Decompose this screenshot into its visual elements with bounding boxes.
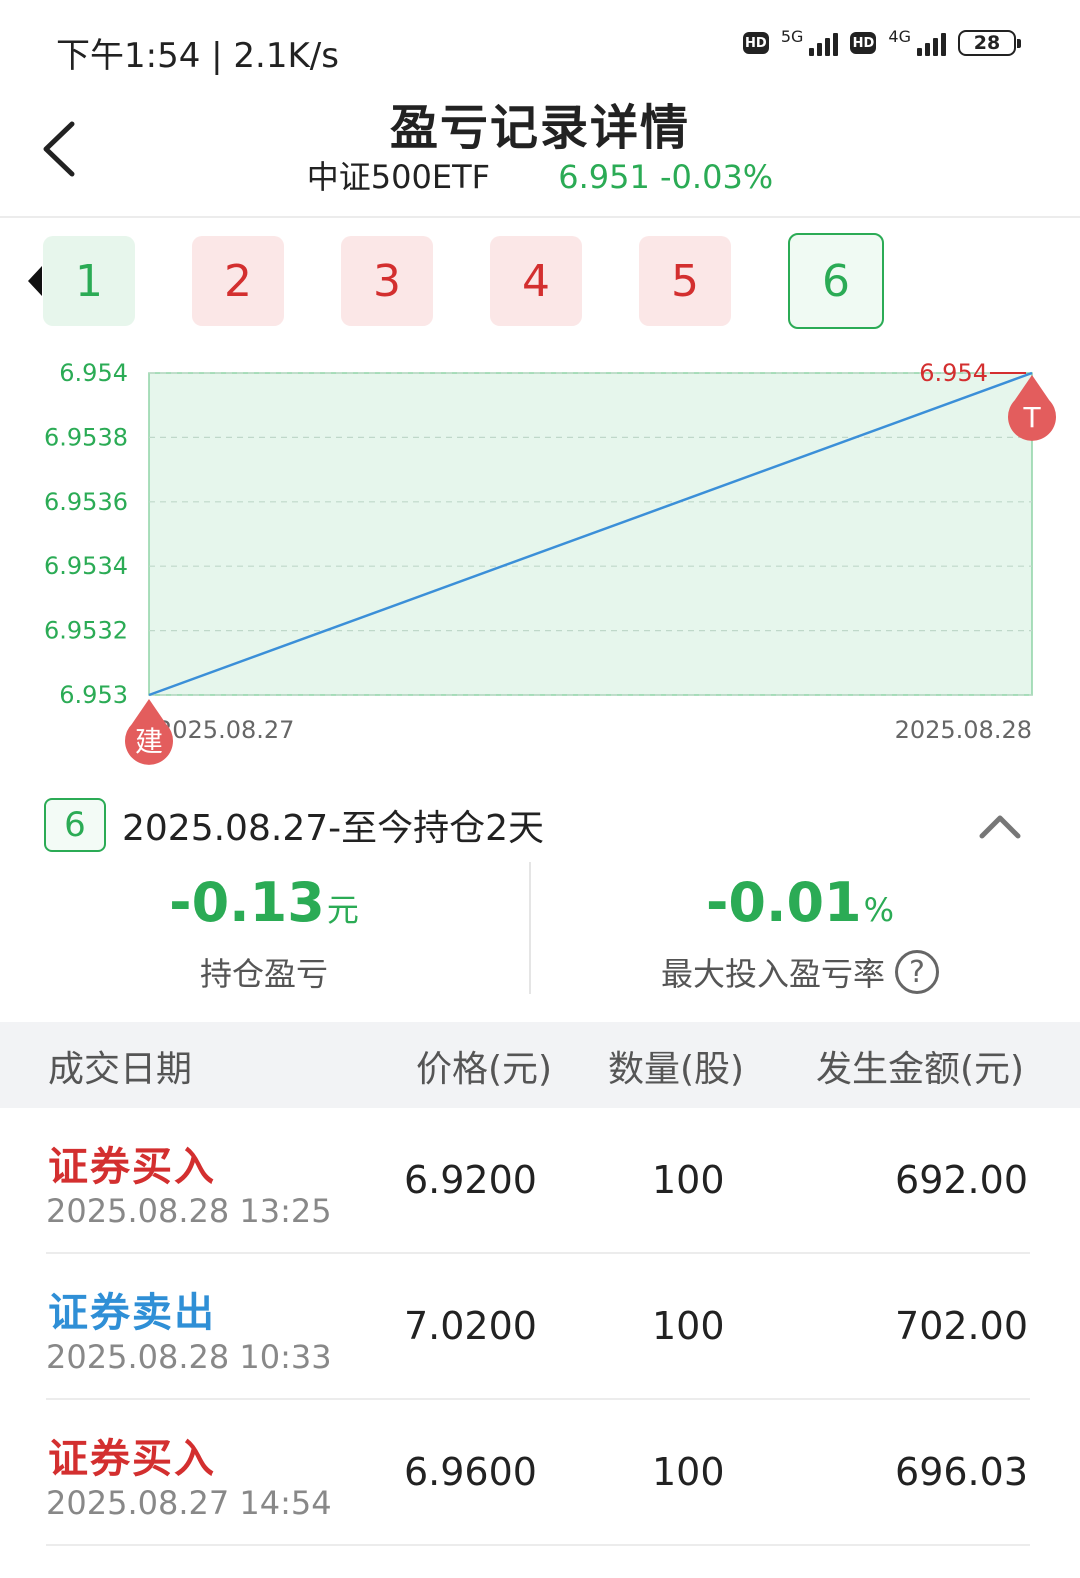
y-tick-label: 6.9538	[44, 423, 128, 451]
chevron-up-icon	[979, 815, 1021, 839]
trade-amount: 696.03	[895, 1450, 1028, 1494]
trade-amount: 692.00	[895, 1158, 1028, 1202]
trade-price: 7.0200	[404, 1304, 537, 1348]
start-marker-label: 建	[135, 725, 163, 758]
trade-amount: 702.00	[895, 1304, 1028, 1348]
trade-time: 2025.08.27 14:54	[46, 1484, 332, 1522]
holding-pnl-label: 持仓盈亏	[64, 949, 464, 995]
col-qty: 数量(股)	[608, 1049, 745, 1090]
y-tick-label: 6.953	[59, 681, 128, 709]
metric-divider	[529, 862, 531, 994]
end-value-label: 6.954	[919, 359, 988, 387]
price-chart-svg: 6.954 6.9538 6.9536 6.9534 6.9532 6.953 2025.0…	[44, 359, 1056, 765]
trade-qty: 100	[652, 1304, 725, 1348]
page-title: 盈亏记录详情	[389, 100, 690, 156]
col-amount: 发生金额(元)	[816, 1049, 1025, 1090]
scroll-left-icon[interactable]	[28, 266, 42, 296]
y-tick-label: 6.954	[59, 359, 128, 387]
record-tab-5[interactable]: 5	[639, 236, 731, 326]
record-tab-4[interactable]: 4	[490, 236, 582, 326]
help-icon[interactable]: ?	[895, 950, 939, 994]
holding-header: 6 2025.08.27-至今持仓2天	[44, 796, 544, 854]
trade-price: 6.9200	[404, 1158, 537, 1202]
x-tick-label: 2025.08.28	[895, 716, 1032, 744]
table-row[interactable]: 证券买入 2025.08.27 14:54 6.9600 100 696.03	[46, 1400, 1030, 1546]
trade-qty: 100	[652, 1158, 725, 1202]
trade-time: 2025.08.28 10:33	[46, 1338, 332, 1376]
status-time: 下午1:54 | 2.1K/s	[56, 36, 339, 76]
pnl-unit: 元	[326, 891, 359, 929]
trade-type: 证券买入	[48, 1144, 216, 1190]
header: 盈亏记录详情 中证500ETF 6.951 -0.03%	[0, 80, 1080, 218]
pnl-record-detail-screen: 下午1:54 | 2.1K/s HD 5G HD 4G 28 盈亏记录详情 中证…	[0, 0, 1080, 1578]
holding-pnl-value: -0.13元	[64, 870, 464, 943]
trade-table-header: 成交日期 价格(元) 数量(股) 发生金额(元)	[0, 1022, 1080, 1108]
end-marker-label: T	[1022, 401, 1041, 434]
record-tabs: 1 2 3 4 5 6	[0, 233, 1080, 330]
col-price: 价格(元)	[416, 1049, 553, 1090]
rate-label: 最大投入盈亏率 ?	[600, 949, 1000, 995]
rate-label-text: 最大投入盈亏率	[660, 955, 885, 993]
trade-qty: 100	[652, 1450, 725, 1494]
y-tick-label: 6.9536	[44, 488, 128, 516]
record-tab-1[interactable]: 1	[43, 236, 135, 326]
hd-icon-2: HD	[850, 32, 877, 54]
col-date: 成交日期	[48, 1049, 193, 1090]
battery-icon: 28	[958, 30, 1021, 56]
stock-subtitle: 中证500ETF 6.951 -0.03%	[0, 152, 1080, 198]
network-5g-label: 5G	[780, 26, 804, 46]
trade-time: 2025.08.28 13:25	[46, 1192, 332, 1230]
x-tick-label: 2025.08.27	[157, 716, 294, 744]
status-icons: HD 5G HD 4G 28	[742, 26, 1021, 56]
table-row[interactable]: 证券卖出 2025.08.28 10:33 7.0200 100 702.00	[46, 1254, 1030, 1400]
holding-badge: 6	[44, 798, 106, 852]
stock-quote: 6.951 -0.03%	[558, 158, 774, 196]
network-4g-label: 4G	[888, 26, 911, 46]
table-row[interactable]: 证券买入 2025.08.28 13:25 6.9200 100 692.00	[46, 1108, 1030, 1254]
hd-icon: HD	[742, 32, 769, 54]
pnl-number: -0.13	[169, 871, 325, 934]
trade-type: 证券买入	[48, 1436, 216, 1482]
y-tick-label: 6.9532	[44, 617, 128, 645]
price-chart: 6.954 6.9538 6.9536 6.9534 6.9532 6.953 2025.0…	[0, 340, 1080, 770]
record-tab-6[interactable]: 6	[788, 233, 884, 329]
stock-name: 中证500ETF	[306, 158, 491, 196]
holding-period: 2025.08.27-至今持仓2天	[122, 808, 545, 849]
max-investment-rate: -0.01% 最大投入盈亏率 ?	[600, 870, 1000, 995]
collapse-button[interactable]	[978, 810, 1022, 840]
trade-type: 证券卖出	[48, 1290, 216, 1336]
rate-unit: %	[863, 891, 895, 929]
record-tab-2[interactable]: 2	[192, 236, 284, 326]
trade-price: 6.9600	[404, 1450, 537, 1494]
signal-5g-icon	[809, 30, 839, 56]
record-tab-3[interactable]: 3	[341, 236, 433, 326]
holding-pnl: -0.13元 持仓盈亏	[64, 870, 464, 995]
y-tick-label: 6.9534	[44, 552, 128, 580]
rate-number: -0.01	[705, 871, 862, 934]
signal-4g-icon	[917, 30, 946, 56]
pnl-label-text: 持仓盈亏	[199, 955, 328, 993]
rate-value: -0.01%	[600, 870, 1000, 943]
